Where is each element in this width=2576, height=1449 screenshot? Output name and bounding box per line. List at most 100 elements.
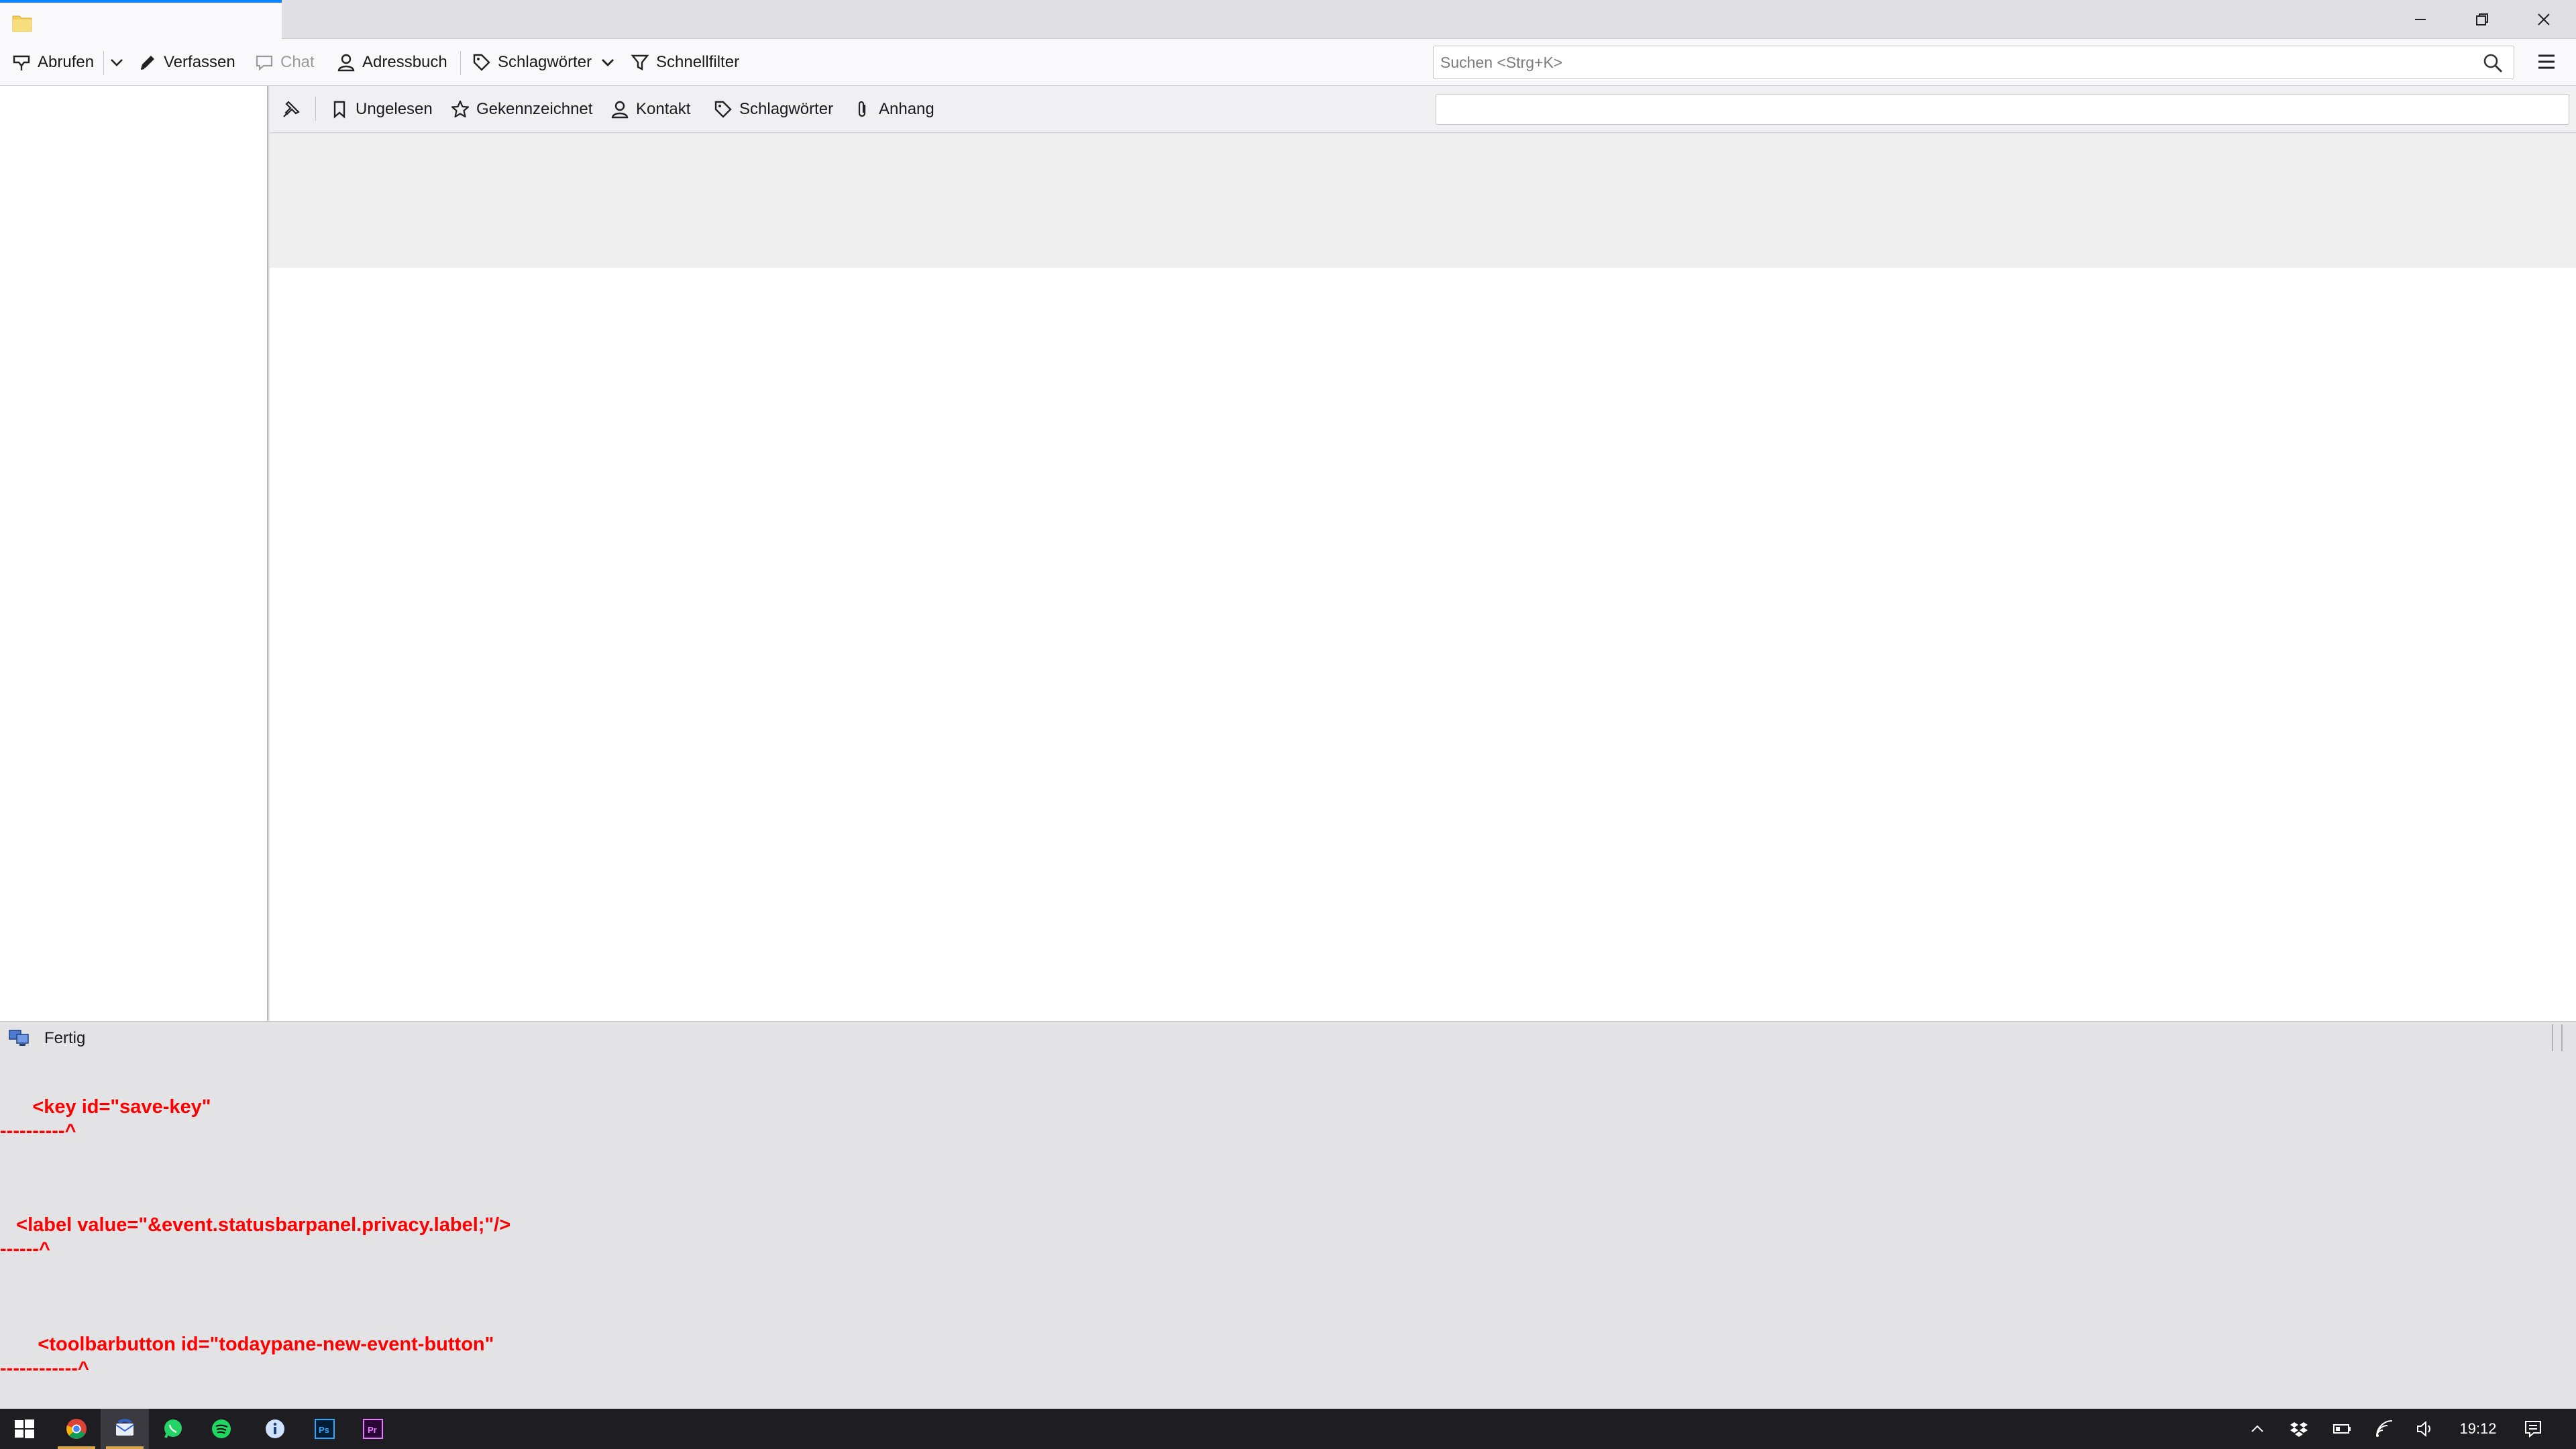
premiere-icon: Pr [363,1419,383,1439]
svg-text:Ps: Ps [319,1425,329,1435]
windows-icon [15,1419,34,1438]
chat-bubble-icon [256,55,273,71]
address-book-button[interactable]: Adressbuch [337,44,447,80]
tray-overflow-button[interactable] [2241,1409,2274,1449]
action-center-button[interactable] [2514,1409,2552,1449]
running-indicator [106,1446,144,1449]
tab-mail[interactable] [0,0,282,39]
search-icon[interactable] [2483,53,2503,73]
compose-button[interactable]: Verfassen [138,44,235,80]
restore-button[interactable] [2451,0,2513,39]
folder-pane[interactable] [0,86,268,1021]
spotify-icon [212,1419,231,1438]
pin-icon [283,101,300,117]
filter-unread-label: Ungelesen [356,100,433,118]
bookmark-icon [333,101,345,119]
app-menu-icon[interactable] [2534,50,2559,74]
get-messages-label: Abrufen [38,53,95,71]
taskbar-thunderbird[interactable] [101,1409,149,1449]
wifi-icon [2376,1420,2393,1437]
get-messages-dropdown[interactable] [107,44,126,80]
info-icon [266,1419,284,1438]
taskbar-info-app[interactable] [251,1409,299,1449]
tags-button[interactable]: Schlagwörter [472,44,617,80]
filter-unread-button[interactable]: Ungelesen [330,91,433,127]
contact-icon [337,54,355,72]
contact-icon [611,101,629,119]
title-bar [0,0,2576,39]
photoshop-icon: Ps [315,1419,335,1439]
taskbar-chrome[interactable] [52,1409,101,1449]
error-line: <toolbarbutton id="todaypane-new-event-b… [0,1334,494,1355]
filter-contact-label: Kontakt [636,100,691,118]
paperclip-icon [858,101,866,117]
taskbar-premiere[interactable]: Pr [349,1409,397,1449]
speaker-icon [2417,1420,2430,1438]
tray-network[interactable] [2368,1409,2402,1449]
filter-icon [631,54,649,70]
chat-label: Chat [280,53,315,71]
thread-pane[interactable] [270,133,2576,268]
running-indicator [58,1446,95,1449]
sticky-filter-button[interactable] [282,91,301,127]
taskbar: Ps Pr 19:12 [0,1409,2576,1449]
global-search-box[interactable] [1433,46,2514,79]
whatsapp-icon [164,1419,182,1438]
quick-filter-label: Schnellfilter [656,53,740,71]
filter-attachment-button[interactable]: Anhang [853,91,934,127]
statusbar-grip [2561,1024,2563,1051]
close-button[interactable] [2513,0,2575,39]
minimize-icon [2415,19,2426,20]
toolbar-divider [460,51,461,75]
chevron-down-icon [602,59,614,66]
chevron-up-icon [2251,1425,2263,1432]
error-pointer: ----------^ [0,1120,76,1142]
compose-label: Verfassen [164,53,235,71]
search-input[interactable] [1434,46,2467,78]
filter-contact-button[interactable]: Kontakt [610,91,690,127]
error-pointer: ------------^ [0,1358,89,1379]
tag-icon [473,54,490,71]
start-button[interactable] [0,1409,48,1449]
svg-text:Pr: Pr [368,1425,377,1435]
error-line: <key id="save-key" [0,1096,211,1118]
address-book-label: Adressbuch [362,53,447,71]
tray-battery[interactable] [2325,1409,2359,1449]
error-pointer: ------^ [0,1238,50,1260]
status-bar: Fertig [0,1021,2576,1055]
close-icon [2538,13,2550,25]
battery-icon [2333,1424,2351,1434]
error-line: <label value="&event.statusbarpanel.priv… [0,1214,511,1236]
pencil-icon [140,56,154,70]
message-pane[interactable] [270,268,2576,1021]
restore-icon [2476,13,2488,25]
toolbar-divider [103,51,104,75]
quick-filter-text-input[interactable] [1436,94,2569,125]
filter-tags-button[interactable]: Schlagwörter [714,91,833,127]
filter-tags-label: Schlagwörter [739,100,834,118]
filter-starred-button[interactable]: Gekennzeichnet [451,91,592,127]
status-text: Fertig [44,1029,86,1047]
filter-starred-label: Gekennzeichnet [476,100,593,118]
statusbar-grip [2552,1024,2553,1051]
download-icon [13,55,30,70]
filter-attachment-label: Anhang [879,100,934,118]
quick-filter-button[interactable]: Schnellfilter [631,44,739,80]
tray-volume[interactable] [2408,1409,2442,1449]
tag-icon [714,101,732,118]
filter-divider [315,97,316,121]
chat-button[interactable]: Chat [255,44,315,80]
chevron-down-icon [111,59,123,66]
minimize-button[interactable] [2390,0,2451,39]
chrome-icon [66,1419,87,1439]
taskbar-clock[interactable]: 19:12 [2445,1409,2512,1449]
tray-dropbox[interactable] [2282,1409,2316,1449]
taskbar-photoshop[interactable]: Ps [301,1409,349,1449]
get-messages-button[interactable]: Abrufen [12,44,94,80]
taskbar-whatsapp[interactable] [149,1409,197,1449]
dropbox-icon [2290,1422,2308,1437]
online-status-icon[interactable] [8,1028,30,1049]
star-icon [451,100,470,118]
taskbar-spotify[interactable] [197,1409,246,1449]
folder-icon [12,15,32,32]
